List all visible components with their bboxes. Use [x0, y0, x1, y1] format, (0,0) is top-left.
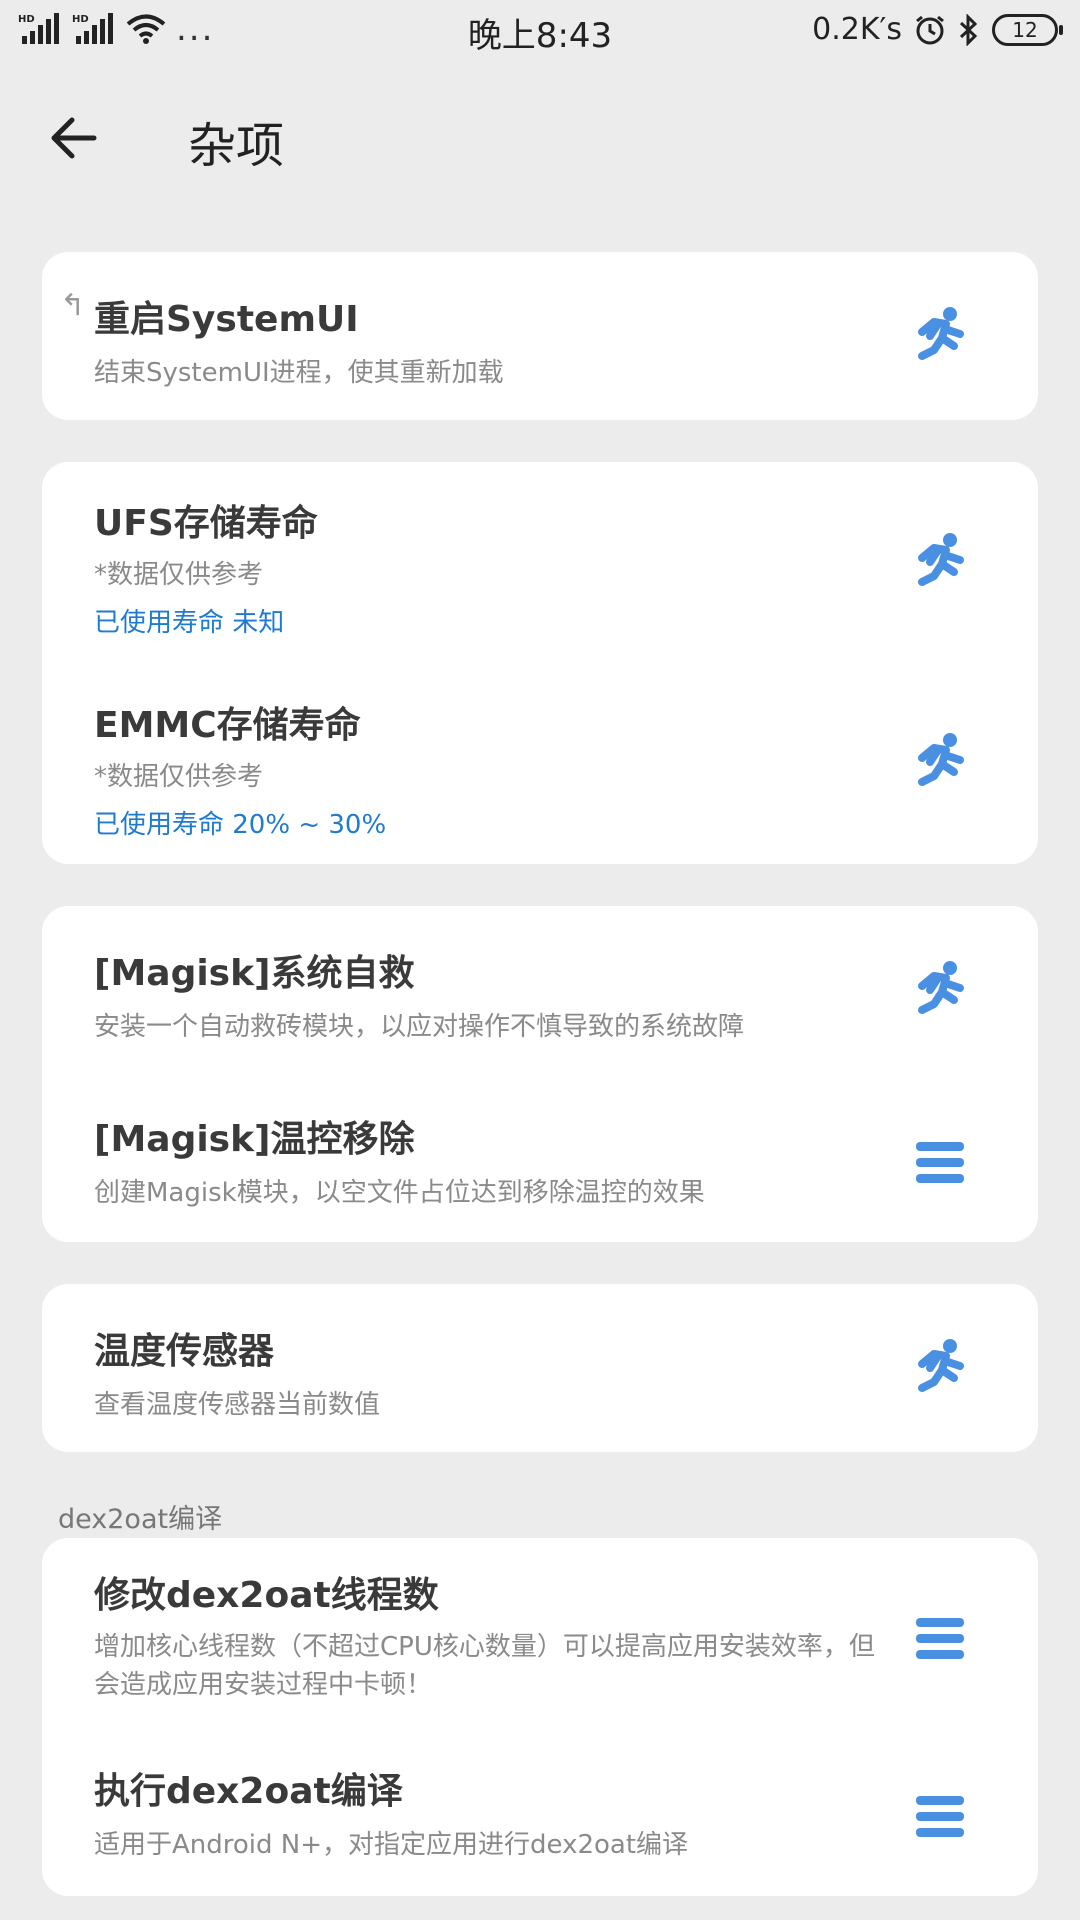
run-icon[interactable]: [912, 732, 968, 792]
item-title: 修改dex2oat线程数: [94, 1575, 439, 1616]
run-icon[interactable]: [912, 306, 968, 366]
item-description: *数据仅供参考: [94, 560, 264, 590]
list-item-dex2oat-threads[interactable]: 修改dex2oat线程数 增加核心线程数（不超过CPU核心数量）可以提高应用安装…: [42, 1538, 1038, 1732]
battery-icon: 12: [992, 13, 1063, 46]
list-item-dex2oat-compile[interactable]: 执行dex2oat编译 适用于Android N+，对指定应用进行dex2oat…: [42, 1732, 1038, 1896]
item-title: [Magisk]系统自救: [94, 953, 415, 994]
menu-icon[interactable]: [912, 1788, 968, 1848]
menu-icon[interactable]: [912, 1610, 968, 1670]
back-button[interactable]: [44, 108, 104, 168]
card-systemui: ↰ 重启SystemUI 结束SystemUI进程，使其重新加载: [42, 252, 1038, 420]
network-speed: 0.2K′s: [812, 12, 902, 47]
item-description: 安装一个自动救砖模块，以应对操作不慎导致的系统故障: [94, 1012, 745, 1042]
arrow-left-icon: [51, 117, 97, 159]
item-title: 执行dex2oat编译: [94, 1771, 403, 1812]
item-title: EMMC存储寿命: [94, 705, 361, 746]
list-item-restart-systemui[interactable]: 重启SystemUI 结束SystemUI进程，使其重新加载: [42, 252, 1038, 420]
page-title: 杂项: [188, 118, 285, 174]
status-right: 0.2K′s 12: [812, 12, 1063, 47]
item-status: 已使用寿命 未知: [94, 608, 285, 638]
item-description: 创建Magisk模块，以空文件占位达到移除温控的效果: [94, 1178, 705, 1208]
item-status: 已使用寿命 20% ~ 30%: [94, 810, 387, 840]
card-storage-life: UFS存储寿命 *数据仅供参考 已使用寿命 未知 EMMC存储寿命 *数据仅供参…: [42, 462, 1038, 864]
menu-icon[interactable]: [912, 1134, 968, 1194]
list-item-ufs-life[interactable]: UFS存储寿命 *数据仅供参考 已使用寿命 未知: [42, 462, 1038, 662]
section-label-dex2oat: dex2oat编译: [58, 1504, 223, 1535]
item-title: UFS存储寿命: [94, 503, 318, 544]
card-dex2oat: 修改dex2oat线程数 增加核心线程数（不超过CPU核心数量）可以提高应用安装…: [42, 1538, 1038, 1896]
list-item-emmc-life[interactable]: EMMC存储寿命 *数据仅供参考 已使用寿命 20% ~ 30%: [42, 662, 1038, 864]
status-bar: HD HD ... 晚上8:43 0.2K′s 12: [0, 0, 1080, 64]
title-bar: 杂项: [0, 84, 1080, 194]
item-title: [Magisk]温控移除: [94, 1119, 415, 1160]
item-description: 结束SystemUI进程，使其重新加载: [94, 358, 504, 388]
alarm-icon: [916, 15, 944, 44]
item-description: 查看温度传感器当前数值: [94, 1390, 381, 1420]
item-description: 增加核心线程数（不超过CPU核心数量）可以提高应用安装效率，但会造成应用安装过程…: [94, 1632, 875, 1700]
run-icon[interactable]: [912, 960, 968, 1020]
item-description: *数据仅供参考: [94, 762, 264, 792]
item-title: 重启SystemUI: [94, 299, 359, 340]
list-item-magisk-rescue[interactable]: [Magisk]系统自救 安装一个自动救砖模块，以应对操作不慎导致的系统故障: [42, 906, 1038, 1074]
item-title: 温度传感器: [94, 1331, 275, 1372]
list-item-temperature-sensor[interactable]: 温度传感器 查看温度传感器当前数值: [42, 1284, 1038, 1452]
card-temperature: 温度传感器 查看温度传感器当前数值: [42, 1284, 1038, 1452]
run-icon[interactable]: [912, 1338, 968, 1398]
battery-level: 12: [1012, 17, 1038, 42]
card-magisk: [Magisk]系统自救 安装一个自动救砖模块，以应对操作不慎导致的系统故障 […: [42, 906, 1038, 1242]
bluetooth-icon: [959, 13, 978, 46]
run-icon[interactable]: [912, 532, 968, 592]
item-description: 适用于Android N+，对指定应用进行dex2oat编译: [94, 1830, 689, 1860]
list-item-magisk-thermal[interactable]: [Magisk]温控移除 创建Magisk模块，以空文件占位达到移除温控的效果: [42, 1074, 1038, 1242]
